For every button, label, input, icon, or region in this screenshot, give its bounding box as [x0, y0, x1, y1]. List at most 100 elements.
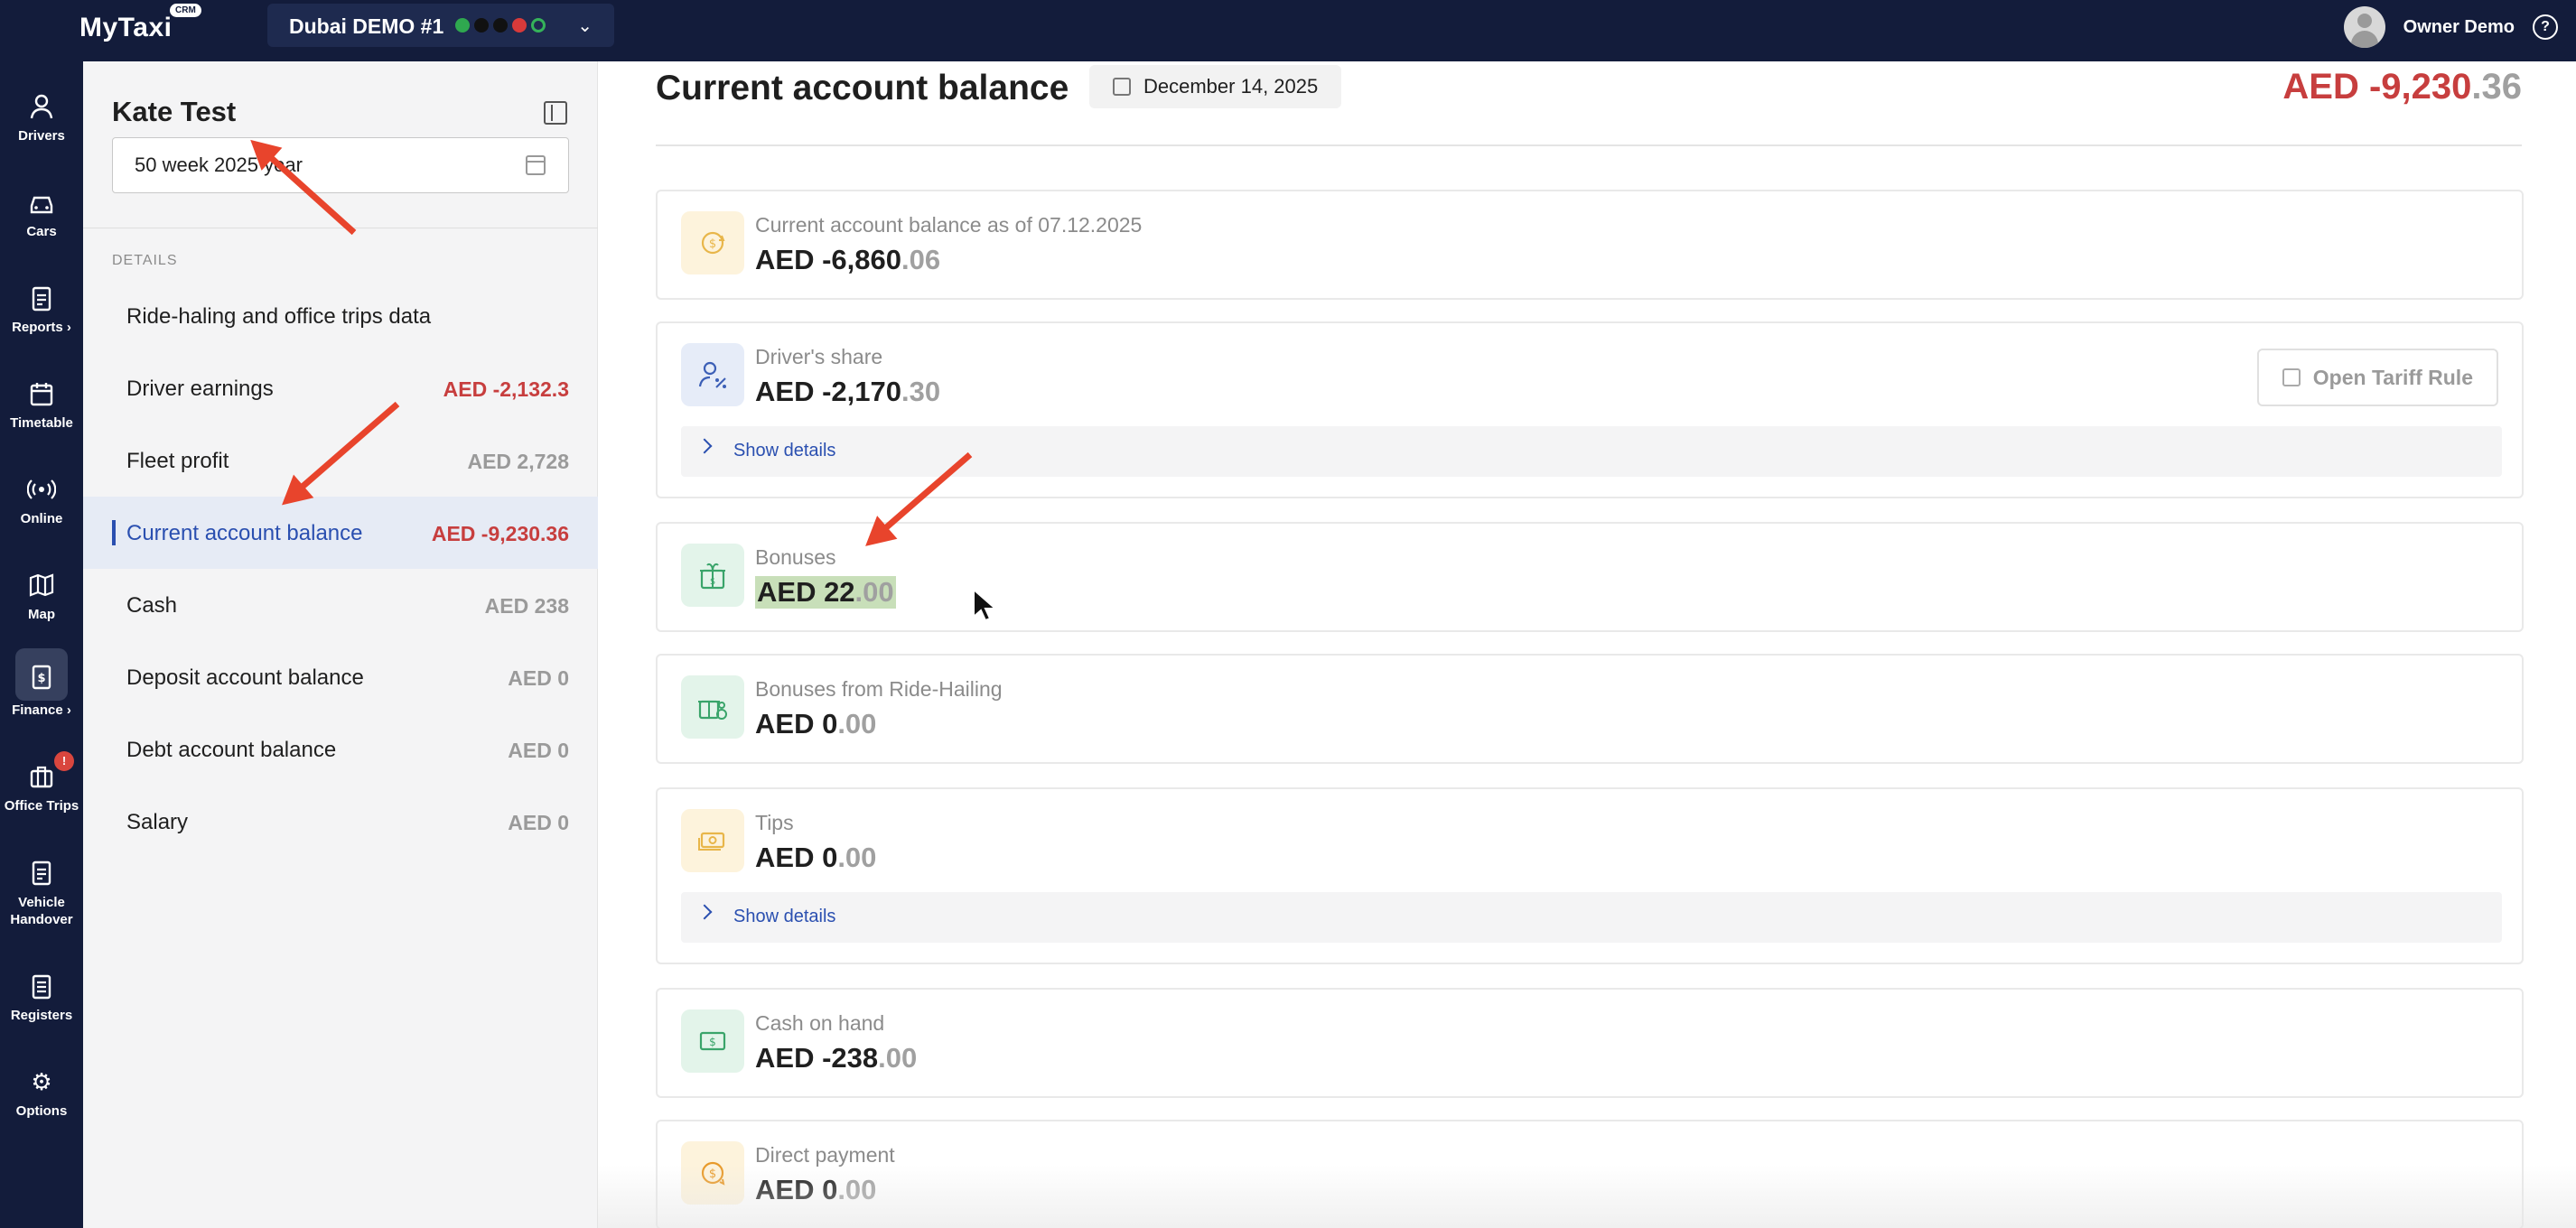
card-label: Cash on hand [755, 1011, 885, 1035]
details-row-current-account-balance[interactable]: Current account balance AED -9,230.36 [83, 497, 598, 569]
crm-badge: CRM [170, 4, 201, 17]
alert-badge: ! [54, 751, 74, 771]
chevron-down-icon: ⌄ [577, 16, 593, 36]
row-value: AED 0 [508, 811, 569, 834]
open-tariff-rule-button[interactable]: Open Tariff Rule [2256, 349, 2498, 406]
details-row-debt-account-balance[interactable]: Debt account balance AED 0 [83, 713, 598, 786]
nav-cars[interactable]: Cars [0, 168, 83, 249]
nav-office-trips[interactable]: ! Office Trips [0, 742, 83, 823]
card-label: Direct payment [755, 1143, 895, 1167]
row-value: AED 0 [508, 739, 569, 762]
calendar-icon [23, 379, 60, 408]
chevron-right-icon [696, 904, 713, 920]
card-opening-balance: $ Current account balance as of 07.12.20… [656, 190, 2524, 300]
user-menu[interactable]: Owner Demo ? [2343, 5, 2558, 49]
external-link-icon [2282, 368, 2301, 386]
card-value: AED 0.00 [755, 708, 877, 740]
cash-icon [681, 809, 744, 872]
show-details-toggle[interactable]: Show details [681, 892, 2502, 943]
details-row-driver-earnings[interactable]: Driver earnings AED -2,132.3 [83, 352, 598, 424]
car-icon [23, 188, 60, 217]
help-icon[interactable]: ? [2533, 14, 2558, 40]
details-row-deposit-account-balance[interactable]: Deposit account balance AED 0 [83, 641, 598, 713]
company-selector[interactable]: Dubai DEMO #1 ⌄ [267, 4, 614, 47]
collapse-panel-icon[interactable] [544, 101, 567, 125]
gift-link-icon [681, 675, 744, 739]
card-value: AED 0.00 [755, 1174, 877, 1205]
coin-exchange-icon: $ [681, 1141, 744, 1205]
row-value: AED 2,728 [467, 450, 569, 473]
gift-icon: $ [681, 544, 744, 607]
coin-refresh-icon: $ [681, 211, 744, 274]
details-panel: Kate Test DETAILS Ride-haling and office… [83, 61, 598, 1228]
company-name: Dubai DEMO #1 [289, 14, 444, 38]
main-content: Current account balance December 14, 202… [598, 61, 2576, 1228]
briefcase-icon [23, 762, 60, 791]
svg-text:$: $ [709, 1168, 716, 1181]
details-row-fleet-profit[interactable]: Fleet profit AED 2,728 [83, 424, 598, 497]
left-nav: Drivers Cars Reports › Timetable Online … [0, 61, 83, 1228]
nav-registers[interactable]: Registers [0, 952, 83, 1033]
card-value: AED 22.00 [755, 576, 896, 609]
card-direct-payment: $ Direct payment AED 0.00 [656, 1120, 2524, 1228]
nav-timetable[interactable]: Timetable [0, 359, 83, 441]
details-row-cash[interactable]: Cash AED 238 [83, 569, 598, 641]
card-label: Driver's share [755, 345, 883, 368]
calendar-icon [1113, 78, 1131, 96]
card-label: Tips [755, 811, 794, 834]
integration-status-icons [455, 18, 546, 33]
signal-icon [23, 475, 60, 504]
status-error-icon [512, 18, 527, 33]
card-drivers-share: Driver's share AED -2,170.30 Open Tariff… [656, 321, 2524, 498]
nav-map[interactable]: Map [0, 551, 83, 632]
clipboard-icon [23, 858, 60, 887]
row-value: AED 238 [484, 594, 569, 618]
status-dark-icon [493, 18, 508, 33]
details-heading: DETAILS [112, 253, 178, 268]
card-cash-on-hand: $ Cash on hand AED -238.00 [656, 988, 2524, 1098]
card-label: Bonuses from Ride-Hailing [755, 677, 1003, 701]
card-label: Bonuses [755, 545, 836, 569]
status-ok-icon [455, 18, 470, 33]
clipboard-icon [23, 284, 60, 312]
nav-online[interactable]: Online [0, 455, 83, 536]
map-icon [23, 571, 60, 600]
status-dark-icon [474, 18, 489, 33]
card-tips: Tips AED 0.00 Show details [656, 787, 2524, 964]
week-picker-input[interactable] [112, 137, 569, 193]
user-name: Owner Demo [2403, 16, 2515, 37]
card-bonuses-ride-hailing: Bonuses from Ride-Hailing AED 0.00 [656, 654, 2524, 764]
card-value: AED 0.00 [755, 842, 877, 873]
details-row-trips-data[interactable]: Ride-haling and office trips data [83, 280, 598, 352]
svg-text:$: $ [710, 577, 715, 587]
app-logo[interactable]: MyTaxi [79, 13, 172, 43]
row-value: AED -9,230.36 [431, 522, 569, 545]
nav-drivers[interactable]: Drivers [0, 72, 83, 154]
total-balance: AED -9,230.36 [2282, 67, 2522, 107]
dollar-bill-icon: $ [681, 1009, 744, 1073]
date-chip[interactable]: December 14, 2025 [1089, 65, 1342, 108]
card-value: AED -238.00 [755, 1042, 918, 1074]
nav-reports[interactable]: Reports › [0, 264, 83, 345]
driver-name: Kate Test [112, 96, 237, 127]
card-value: AED -2,170.30 [755, 376, 941, 407]
date-value: December 14, 2025 [1143, 75, 1319, 98]
mouse-cursor-icon [973, 588, 998, 622]
person-icon [23, 92, 60, 121]
row-value: AED 0 [508, 666, 569, 690]
finance-icon: $ [15, 648, 68, 701]
avatar [2343, 6, 2385, 48]
card-bonuses: $ Bonuses AED 22.00 [656, 522, 2524, 632]
svg-text:$: $ [37, 672, 45, 685]
list-icon [23, 972, 60, 1000]
nav-finance[interactable]: $ Finance › [0, 639, 83, 721]
calendar-icon[interactable] [526, 155, 546, 175]
row-value: AED -2,132.3 [443, 377, 569, 401]
nav-options[interactable]: ⚙ Options [0, 1047, 83, 1129]
nav-vehicle-handover[interactable]: Vehicle Handover [0, 838, 83, 937]
details-row-salary[interactable]: Salary AED 0 [83, 786, 598, 858]
card-value: AED -6,860.06 [755, 244, 941, 275]
card-label: Current account balance as of 07.12.2025 [755, 213, 1143, 237]
gear-icon: ⚙ [31, 1068, 52, 1095]
divider [656, 144, 2522, 146]
